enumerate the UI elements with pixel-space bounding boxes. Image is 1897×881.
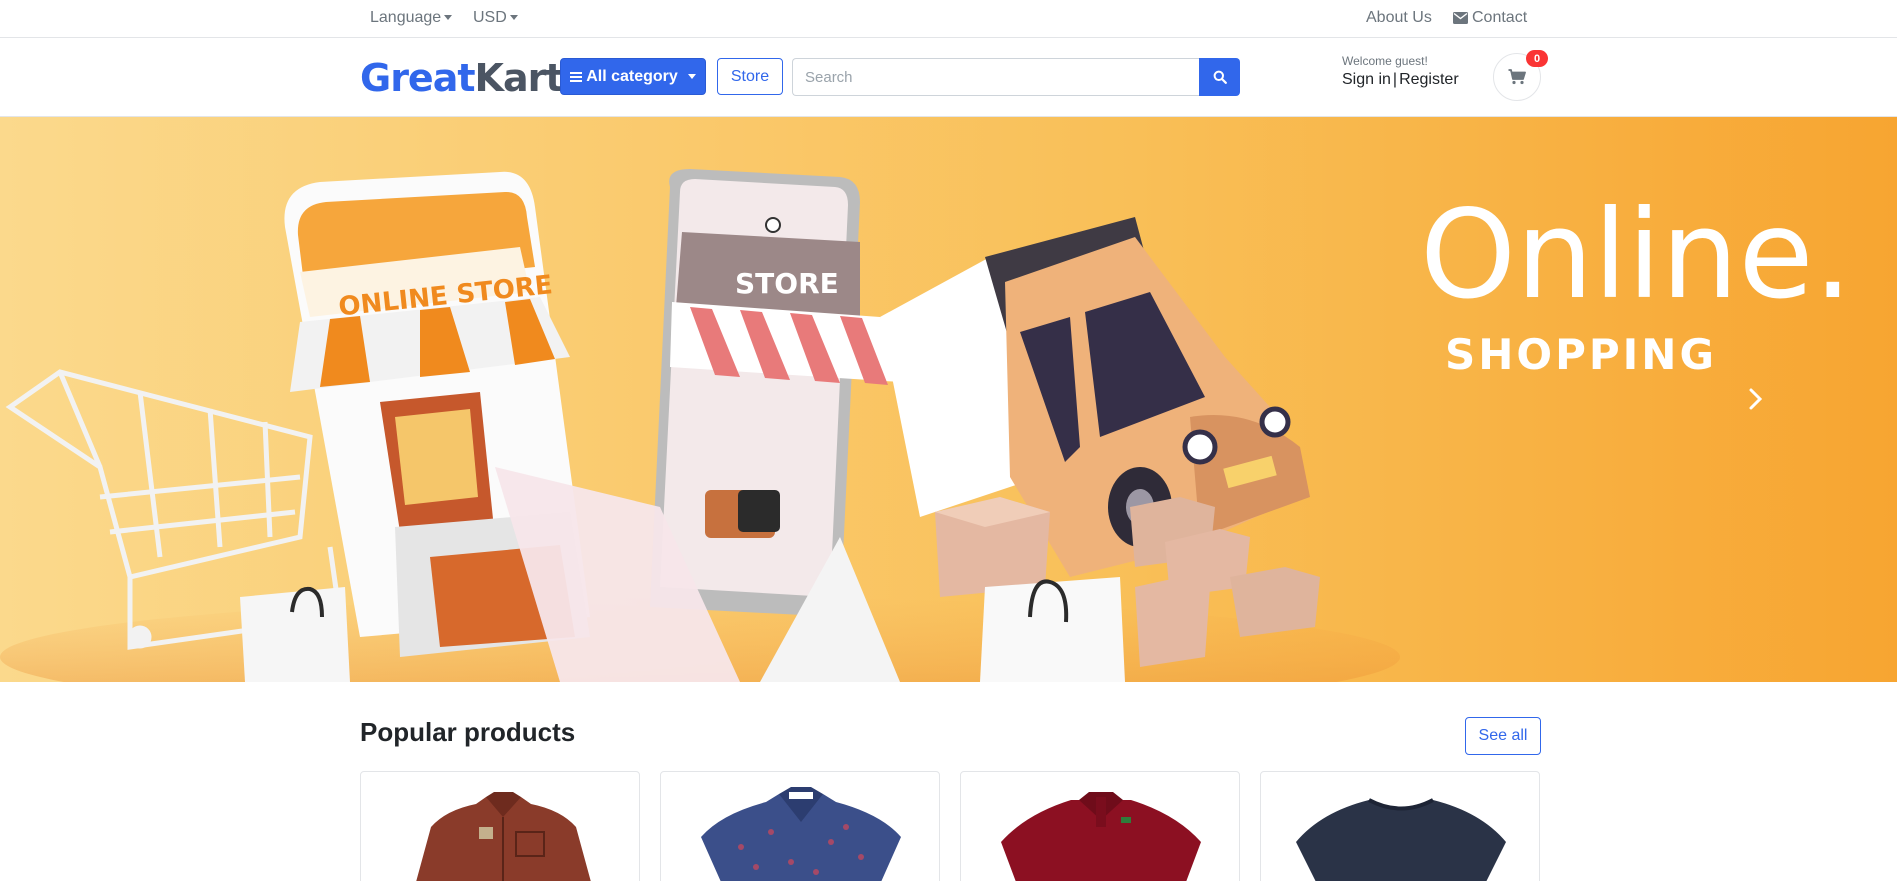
product-card[interactable] xyxy=(1260,771,1540,881)
auth-links: Sign in | Register xyxy=(1342,71,1459,89)
divider: | xyxy=(1392,71,1398,88)
currency-label: USD xyxy=(473,9,507,26)
menu-icon xyxy=(570,71,583,82)
store-sign-text: STORE xyxy=(735,267,839,300)
register-link[interactable]: Register xyxy=(1399,71,1459,88)
banner-headline: Online. xyxy=(1420,184,1852,326)
banner-subline: SHOPPING xyxy=(1445,330,1717,379)
product-image xyxy=(701,787,901,881)
product-image xyxy=(1296,792,1506,881)
hero-banner: ONLINE STORE STORE Online. SHOPPING xyxy=(0,117,1897,682)
search-button[interactable] xyxy=(1199,58,1240,96)
search-input[interactable] xyxy=(792,58,1199,96)
product-image xyxy=(416,792,591,881)
popular-products-title: Popular products xyxy=(360,717,576,747)
logo[interactable]: GreatKart xyxy=(360,56,564,100)
about-link[interactable]: About Us xyxy=(1366,9,1432,27)
envelope-icon xyxy=(1453,12,1468,24)
language-dropdown[interactable]: Language xyxy=(370,9,453,27)
logo-part-kart: Kart xyxy=(474,56,564,100)
all-category-button[interactable]: All category xyxy=(560,58,706,95)
signin-link[interactable]: Sign in xyxy=(1342,71,1391,88)
see-all-button[interactable]: See all xyxy=(1465,717,1541,755)
search-icon xyxy=(1213,70,1227,84)
top-bar: Language USD About Us Contact xyxy=(0,0,1897,38)
product-card[interactable] xyxy=(360,771,640,881)
product-card[interactable] xyxy=(660,771,940,881)
product-image xyxy=(1001,792,1201,881)
all-category-label: All category xyxy=(586,67,678,85)
chevron-down-icon xyxy=(687,74,696,79)
store-button[interactable]: Store xyxy=(717,58,783,95)
contact-link[interactable]: Contact xyxy=(1453,9,1527,27)
chevron-down-icon xyxy=(509,15,518,21)
shopping-cart-icon xyxy=(1508,69,1526,85)
chevron-down-icon xyxy=(444,15,453,21)
cart-count-badge: 0 xyxy=(1526,50,1548,67)
product-card[interactable] xyxy=(960,771,1240,881)
banner-illustration: ONLINE STORE STORE Online. SHOPPING xyxy=(0,117,1897,682)
currency-dropdown[interactable]: USD xyxy=(473,9,518,27)
language-label: Language xyxy=(370,9,442,26)
contact-label: Contact xyxy=(1472,9,1528,26)
logo-part-great: Great xyxy=(360,56,476,100)
welcome-text: Welcome guest! xyxy=(1342,54,1428,68)
main-header: GreatKart All category Store Welcome gue… xyxy=(0,38,1897,117)
